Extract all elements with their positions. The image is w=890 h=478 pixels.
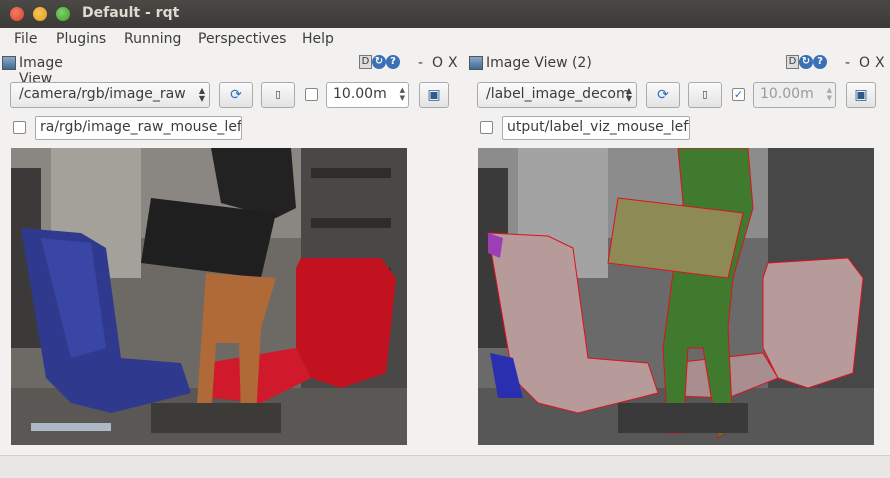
right-zoom-spinbox[interactable]: 10.00m ▲ ▼ <box>753 82 836 108</box>
left-panel-controls: D ↻? <box>359 55 400 70</box>
label-visualization-image <box>478 148 874 445</box>
window-title-bar: Default - rqt <box>0 0 890 28</box>
save-image-icon: ▣ <box>854 87 868 103</box>
help-icon[interactable]: ? <box>813 55 827 69</box>
dock-icon[interactable]: D <box>359 55 372 69</box>
reload-icon[interactable]: ↻ <box>799 55 813 69</box>
spin-arrows-icon: ▲ ▼ <box>399 86 405 102</box>
window-minimize-button[interactable] <box>33 7 47 21</box>
left-mouse-checkbox[interactable] <box>13 121 26 134</box>
reload-icon[interactable]: ↻ <box>372 55 386 69</box>
window-title: Default - rqt <box>82 5 180 21</box>
smooth-icon: ▯ <box>702 89 708 101</box>
status-bar <box>0 455 890 478</box>
spin-arrows-icon: ▲ ▼ <box>826 86 832 102</box>
right-smooth-button[interactable]: ▯ <box>688 82 722 108</box>
left-mouse-topic-field[interactable]: ra/rgb/image_raw_mouse_left <box>35 116 242 140</box>
right-save-button[interactable]: ▣ <box>846 82 876 108</box>
right-panel-controls: D ↻? <box>786 55 827 70</box>
right-refresh-button[interactable]: ⟳ <box>646 82 680 108</box>
menu-file[interactable]: File <box>14 31 37 47</box>
menu-running[interactable]: Running <box>124 31 181 47</box>
right-label-image[interactable] <box>478 148 874 445</box>
menu-bar: File Plugins Running Perspectives Help <box>0 28 890 52</box>
left-minimize-button[interactable]: - <box>418 55 423 71</box>
left-camera-image[interactable] <box>11 148 407 445</box>
combo-arrows-icon: ▲ ▼ <box>625 86 632 103</box>
combo-arrows-icon: ▲ ▼ <box>198 86 205 103</box>
left-smooth-button[interactable]: ▯ <box>261 82 295 108</box>
right-zoom-checkbox[interactable]: ✓ <box>732 88 745 101</box>
help-icon[interactable]: ? <box>386 55 400 69</box>
right-close-button[interactable]: X <box>875 55 885 71</box>
right-minimize-button[interactable]: - <box>845 55 850 71</box>
raw-rgb-image <box>11 148 407 445</box>
smooth-icon: ▯ <box>275 89 281 101</box>
right-float-button[interactable]: O <box>859 55 870 71</box>
left-save-button[interactable]: ▣ <box>419 82 449 108</box>
left-float-button[interactable]: O <box>432 55 443 71</box>
window-maximize-button[interactable] <box>56 7 70 21</box>
window-close-button[interactable] <box>10 7 24 21</box>
right-mouse-checkbox[interactable] <box>480 121 493 134</box>
left-close-button[interactable]: X <box>448 55 458 71</box>
left-refresh-button[interactable]: ⟳ <box>219 82 253 108</box>
refresh-icon: ⟳ <box>230 87 242 103</box>
menu-plugins[interactable]: Plugins <box>56 31 106 47</box>
right-mouse-topic-field[interactable]: utput/label_viz_mouse_left <box>502 116 690 140</box>
menu-perspectives[interactable]: Perspectives <box>198 31 286 47</box>
left-zoom-spinbox[interactable]: 10.00m ▲ ▼ <box>326 82 409 108</box>
save-image-icon: ▣ <box>427 87 441 103</box>
left-topic-select[interactable]: /camera/rgb/image_raw ▲ ▼ <box>10 82 210 108</box>
image-view-icon <box>469 56 483 70</box>
menu-help[interactable]: Help <box>302 31 334 47</box>
right-topic-select[interactable]: /label_image_decom ▲ ▼ <box>477 82 637 108</box>
refresh-icon: ⟳ <box>657 87 669 103</box>
left-zoom-checkbox[interactable] <box>305 88 318 101</box>
image-view-icon <box>2 56 16 70</box>
dock-icon[interactable]: D <box>786 55 799 69</box>
